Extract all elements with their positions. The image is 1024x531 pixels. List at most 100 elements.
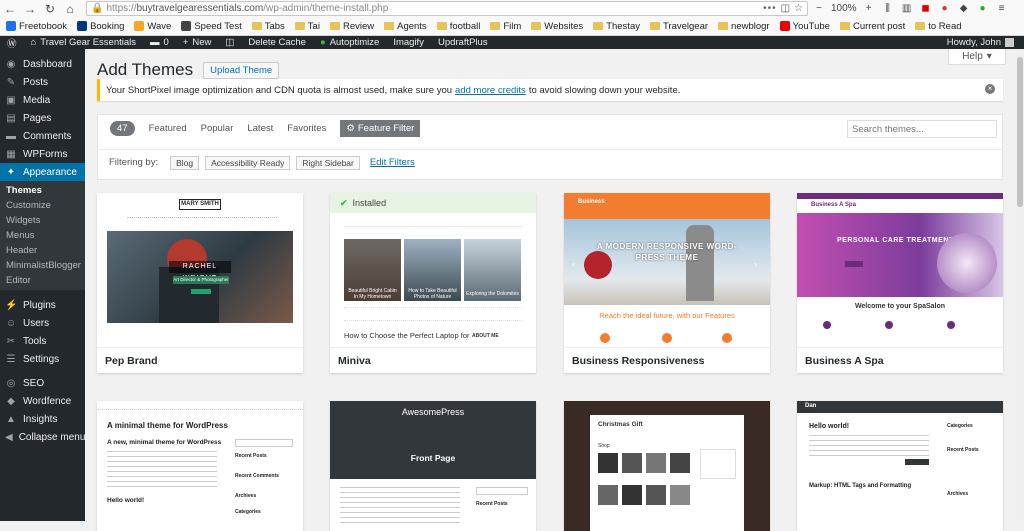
submenu-item-minimalistblogger[interactable]: MinimalistBlogger	[0, 258, 85, 273]
bookmark-item[interactable]: Thestay	[593, 21, 640, 32]
sidebar-item-media[interactable]: ▣ Media	[0, 91, 85, 109]
bookmark-label: Current post	[852, 20, 906, 32]
bookmark-item[interactable]: Freetobook	[6, 21, 67, 32]
extension-green-icon[interactable]: ●	[976, 2, 990, 16]
forward-icon[interactable]: →	[20, 0, 40, 17]
bookmark-item[interactable]: newblogr	[718, 21, 770, 32]
zoom-level[interactable]: 100%	[831, 3, 857, 14]
extension-dark-icon[interactable]: ◆	[957, 2, 971, 16]
sidebar-item-collapse-menu[interactable]: ◀ Collapse menu	[0, 428, 85, 446]
back-icon[interactable]: ←	[0, 0, 20, 17]
updraft-link[interactable]: UpdraftPlus	[431, 36, 495, 49]
tab-favorites[interactable]: Favorites	[287, 123, 326, 134]
theme-card-miniva[interactable]: Beautiful Bright Cabin In My Hometown Ho…	[330, 193, 536, 373]
bookmark-item[interactable]: Tabs	[251, 21, 285, 32]
theme-card-business-a-spa[interactable]: Business A Spa PERSONAL CARE TREATMENT W…	[797, 193, 1003, 373]
sidebar-item-posts[interactable]: ✎ Posts	[0, 73, 85, 91]
imagify-link[interactable]: Imagify	[386, 36, 431, 49]
sidebar-item-users[interactable]: ☺ Users	[0, 314, 85, 332]
shield-icon[interactable]: ◼	[919, 2, 933, 16]
pages-icon: ▤	[6, 112, 16, 124]
bookmark-item[interactable]: Booking	[77, 21, 124, 32]
theme-card-awesomepress[interactable]: AwesomePress Front Page Recent Posts	[330, 401, 536, 531]
main-content: Help ▾ Add Themes Upload Theme Your Short…	[85, 49, 1024, 531]
theme-card-minimal[interactable]: A minimal theme for WordPress A new, min…	[97, 401, 303, 531]
bookmark-item[interactable]: football	[436, 21, 480, 32]
close-icon[interactable]: ×	[985, 84, 995, 94]
notice-text: Your ShortPixel image optimization and C…	[106, 84, 453, 96]
bookmark-item[interactable]: Websites	[531, 21, 583, 32]
submenu-item-editor[interactable]: Editor	[0, 273, 85, 288]
site-name-link[interactable]: ⌂ Travel Gear Essentials	[24, 36, 144, 49]
bookmark-item[interactable]: YouTube	[779, 21, 830, 32]
search-themes-input[interactable]: Search themes...	[847, 120, 997, 138]
url-bar[interactable]: 🔒 https://buytravelgearessentials.com/wp…	[86, 1, 808, 16]
url-path: /wp-admin/theme-install.php	[263, 3, 389, 14]
page-scrollbar[interactable]	[1016, 49, 1024, 521]
bookmark-label: Websites	[544, 20, 584, 32]
bookmark-item[interactable]: Wave	[134, 21, 171, 32]
submenu-item-menus[interactable]: Menus	[0, 228, 85, 243]
theme-card-dan[interactable]: Dan Hello world! Markup: HTML Tags and F…	[797, 401, 1003, 531]
plugin-icon[interactable]: ◫	[218, 36, 241, 49]
bookmark-item[interactable]: Review	[329, 21, 374, 32]
zoom-in-icon[interactable]: +	[862, 2, 876, 16]
sidebar-icon[interactable]: ▥	[900, 2, 914, 16]
tab-featured[interactable]: Featured	[149, 123, 187, 134]
theme-card-christmas[interactable]: Christmas Gift Shop	[564, 401, 770, 531]
add-credits-link[interactable]: add more credits	[455, 85, 526, 96]
preview-post-1: A new, minimal theme for WordPress	[107, 439, 222, 446]
preview-hero: PERSONAL CARE TREATMENT	[837, 237, 954, 244]
feature-filter-button[interactable]: ⚙ Feature Filter	[340, 119, 421, 137]
extension-red-icon[interactable]: ●	[938, 2, 952, 16]
sidebar-item-wordfence[interactable]: ◆ Wordfence	[0, 392, 85, 410]
submenu-item-customize[interactable]: Customize	[0, 198, 85, 213]
tab-popular[interactable]: Popular	[201, 123, 234, 134]
preview-post-2: Hello world!	[107, 497, 145, 504]
home-icon[interactable]: ⌂	[60, 0, 80, 17]
submenu-item-widgets[interactable]: Widgets	[0, 213, 85, 228]
help-button[interactable]: Help ▾	[948, 49, 1006, 65]
account-link[interactable]: Howdy, John	[947, 37, 1024, 48]
menu-icon[interactable]: ≡	[995, 2, 1009, 16]
sidebar-item-seo[interactable]: ◎ SEO	[0, 374, 85, 392]
upload-theme-button[interactable]: Upload Theme	[203, 61, 280, 79]
sidebar-item-insights[interactable]: ▲ Insights	[0, 410, 85, 428]
folder-icon	[915, 22, 926, 30]
comments-link[interactable]: ▬ 0	[143, 36, 176, 49]
sidebar-item-comments[interactable]: ▬ Comments	[0, 127, 85, 145]
bookmark-item[interactable]: to Read	[915, 21, 962, 32]
bookmark-item[interactable]: Travelgear	[649, 21, 708, 32]
theme-card-business-responsiveness[interactable]: Business A MODERN RESPONSIVE WORD-PRESS …	[564, 193, 770, 373]
page-actions-icon[interactable]: •••	[763, 3, 777, 14]
zoom-out-icon[interactable]: −	[812, 2, 826, 16]
bookmark-item[interactable]: Speed Test	[181, 21, 242, 32]
sidebar-item-appearance[interactable]: ✦ Appearance	[0, 163, 85, 181]
submenu-item-header[interactable]: Header	[0, 243, 85, 258]
theme-card-pep-brand[interactable]: MARY SMITH RACHEL WRIGHT Art Director & …	[97, 193, 303, 373]
bookmark-item[interactable]: Tai	[294, 21, 320, 32]
delete-cache-link[interactable]: Delete Cache	[241, 36, 313, 49]
library-icon[interactable]: ⫼	[881, 2, 895, 16]
edit-filters-link[interactable]: Edit Filters	[370, 157, 415, 168]
bookmark-label: newblogr	[731, 20, 770, 32]
sidebar-item-pages[interactable]: ▤ Pages	[0, 109, 85, 127]
sidebar-item-plugins[interactable]: ⚡ Plugins	[0, 296, 85, 314]
sidebar-item-label: Posts	[23, 76, 49, 88]
reload-icon[interactable]: ↻	[40, 0, 60, 17]
new-content-link[interactable]: + New	[176, 36, 219, 49]
bookmark-item[interactable]: Agents	[384, 21, 427, 32]
sidebar-item-tools[interactable]: ✂ Tools	[0, 332, 85, 350]
sidebar-item-settings[interactable]: ☰ Settings	[0, 350, 85, 368]
bookmark-item[interactable]: Film	[490, 21, 521, 32]
autoptimize-link[interactable]: ● Autoptimize	[313, 36, 386, 49]
bookmark-star-icon[interactable]: ☆	[794, 3, 803, 14]
sidebar-item-dashboard[interactable]: ◉ Dashboard	[0, 55, 85, 73]
sidebar-item-wpforms[interactable]: ▦ WPForms	[0, 145, 85, 163]
scrollbar-thumb[interactable]	[1017, 57, 1023, 207]
submenu-item-themes[interactable]: Themes	[0, 183, 85, 198]
tab-latest[interactable]: Latest	[247, 123, 273, 134]
wp-logo-icon[interactable]: Ⓦ	[0, 36, 24, 50]
bookmark-item[interactable]: Current post	[839, 20, 906, 32]
pocket-icon[interactable]: ◫	[781, 3, 790, 14]
